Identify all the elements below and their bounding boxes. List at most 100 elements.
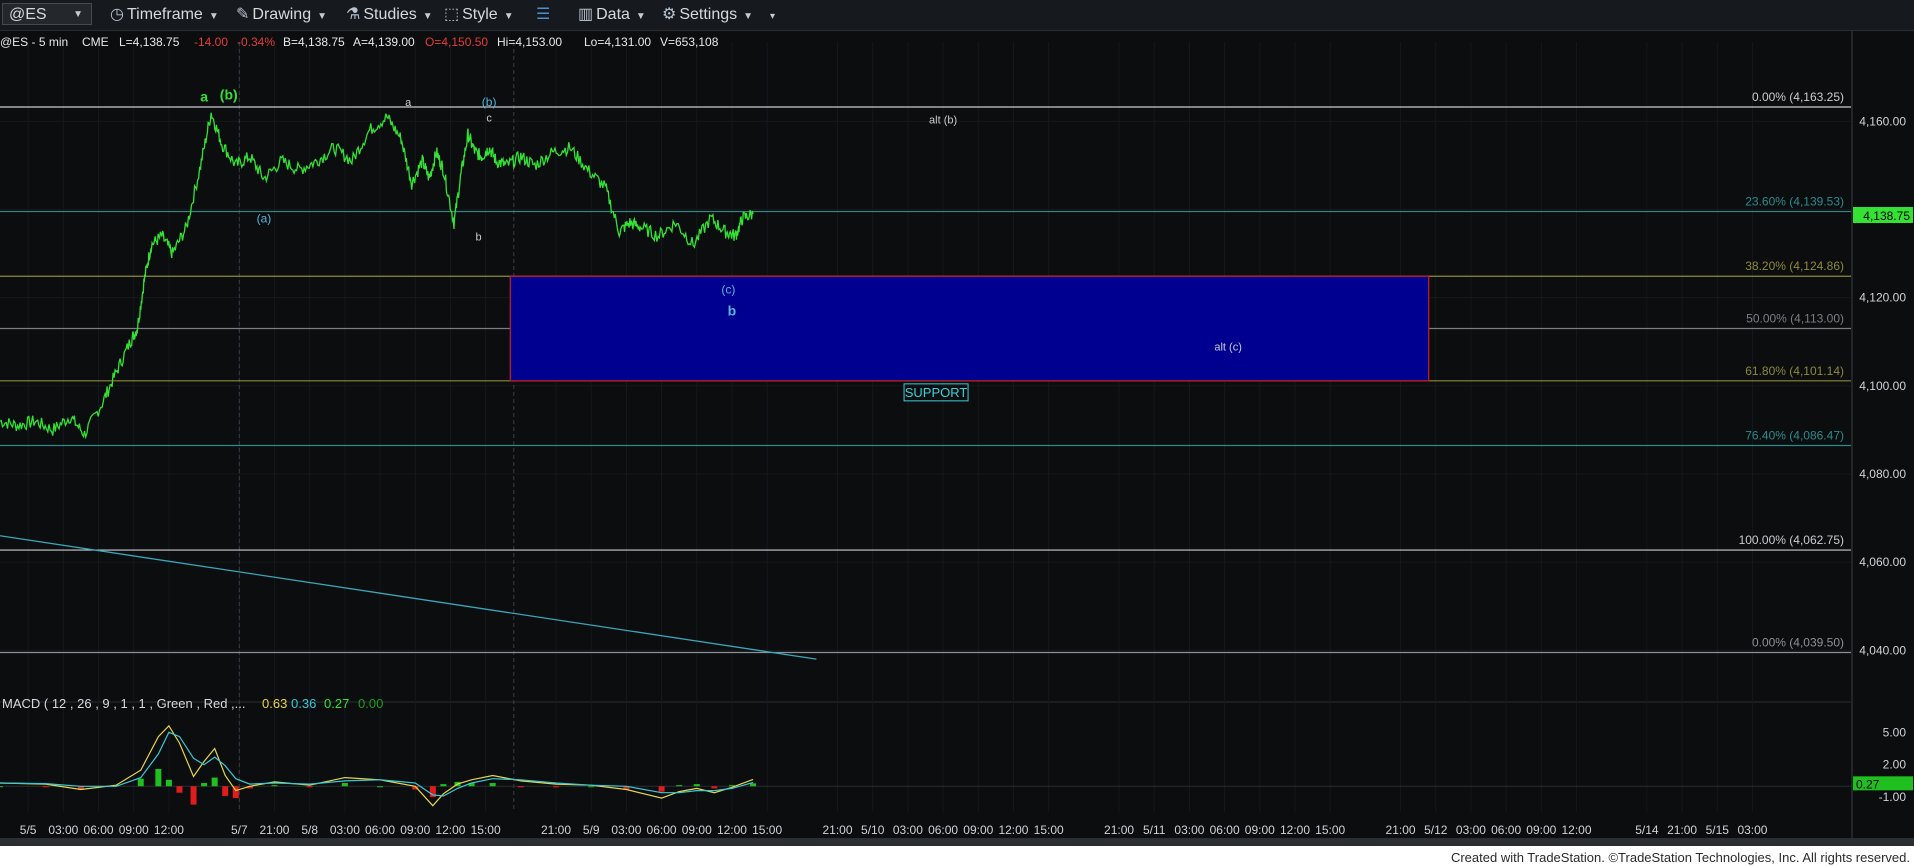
fib-level-label: 76.40% (4,086.47): [1745, 428, 1844, 442]
time-tick-label: 15:00: [1315, 823, 1345, 837]
macd-hist-bar: [377, 786, 384, 788]
copyright-footer: Created with TradeStation. ©TradeStation…: [1450, 850, 1910, 865]
macd-hist-bar: [750, 783, 757, 787]
time-tick-label: 21:00: [1386, 823, 1416, 837]
time-tick-label: 09:00: [400, 823, 430, 837]
macd-tick-label: 2.00: [1883, 758, 1907, 772]
symbol-header-field: A=4,139.00: [353, 35, 415, 49]
macd-value: 0.36: [291, 696, 316, 711]
macd-hist-bar: [517, 786, 524, 788]
time-tick-label: 5/7: [231, 823, 248, 837]
time-tick-label: 03:00: [611, 823, 641, 837]
time-tick-label: 03:00: [1174, 823, 1204, 837]
macd-hist-bar: [306, 786, 313, 788]
macd-hist-bar: [676, 785, 683, 787]
time-tick-label: 06:00: [365, 823, 395, 837]
macd-hist-bar: [0, 786, 3, 788]
macd-hist-bar: [222, 786, 229, 796]
macd-hist-bar: [271, 785, 278, 787]
time-tick-label: 5/14: [1635, 823, 1659, 837]
macd-hist-bar: [711, 786, 718, 789]
time-tick-label: 09:00: [1245, 823, 1275, 837]
scrollbar[interactable]: [0, 838, 1914, 846]
time-tick-label: 03:00: [48, 823, 78, 837]
macd-hist-bar: [440, 784, 447, 787]
macd-hist-bar: [588, 786, 595, 788]
chart-area[interactable]: 0.00% (4,163.25) 23.60% (4,139.53) 38.20% …: [0, 0, 1914, 846]
time-tick-label: 5/8: [301, 823, 318, 837]
macd-hist-bar: [155, 768, 162, 787]
time-tick-label: 06:00: [928, 823, 958, 837]
time-tick-label: 5/5: [20, 823, 37, 837]
symbol-header: @ES - 5 min CME L=4,138.75 -14.00 -0.34% B=4,…: [0, 35, 719, 49]
symbol-header-field: L=4,138.75: [119, 35, 180, 49]
time-tick-label: 03:00: [330, 823, 360, 837]
macd-hist-bar: [211, 777, 218, 787]
symbol-header-field: CME: [82, 35, 109, 49]
price-tick-label: 4,040.00: [1859, 643, 1906, 657]
fib-level-label: 61.80% (4,101.14): [1745, 364, 1844, 378]
time-tick-label: 03:00: [1456, 823, 1486, 837]
time-tick-label: 12:00: [1562, 823, 1592, 837]
time-tick-label: 21:00: [823, 823, 853, 837]
wave-label: (b): [482, 95, 497, 109]
time-tick-label: 06:00: [647, 823, 677, 837]
grid: [0, 31, 1914, 838]
symbol-header-field: O=4,150.50: [425, 35, 488, 49]
time-tick-label: 12:00: [717, 823, 747, 837]
plot-background: [0, 31, 1914, 838]
macd-hist-bar: [489, 783, 496, 787]
fib-level-label: 23.60% (4,139.53): [1745, 195, 1844, 209]
wave-label: a: [405, 97, 412, 109]
fib-level-label: 100.00% (4,062.75): [1739, 533, 1844, 547]
time-tick-label: 09:00: [1526, 823, 1556, 837]
time-tick-label: 06:00: [84, 823, 114, 837]
time-tick-label: 09:00: [119, 823, 149, 837]
macd-tick-label: 5.00: [1883, 725, 1907, 739]
time-tick-label: 5/12: [1424, 823, 1448, 837]
fib-level-label: 0.00% (4,163.25): [1752, 90, 1844, 104]
time-tick-label: 15:00: [1034, 823, 1064, 837]
fib-level-label: 0.00% (4,039.50): [1752, 636, 1844, 650]
time-axis: 5/5 03:00 06:00 09:00 12:00 5/7 21:00 5/8 03:00 0…: [20, 823, 1768, 837]
macd-value: 0.00: [358, 696, 383, 711]
macd-hist-bar: [190, 786, 197, 805]
symbol-header-field: V=653,108: [660, 35, 719, 49]
price-tick-label: 4,120.00: [1859, 291, 1906, 305]
support-zone-box: [509, 275, 1430, 382]
price-tick-label: 4,160.00: [1859, 114, 1906, 128]
wave-label: b: [728, 302, 737, 318]
macd-title: MACD ( 12 , 26 , 9 , 1 , 1 , Green , Red…: [2, 696, 246, 711]
macd-hist-bar: [165, 779, 172, 787]
time-tick-label: 5/15: [1706, 823, 1730, 837]
macd-hist-bar: [201, 783, 208, 787]
macd-hist-bar: [693, 784, 700, 787]
price-tick-label: 4,100.00: [1859, 379, 1906, 393]
time-tick-label: 21:00: [259, 823, 289, 837]
wave-label: alt (b): [929, 115, 957, 127]
wave-label: (b): [220, 86, 238, 102]
time-tick-label: 5/11: [1143, 823, 1166, 837]
macd-last-label: 0.27: [1856, 777, 1880, 791]
symbol-header-field: Hi=4,153.00: [497, 35, 562, 49]
time-tick-label: 09:00: [963, 823, 993, 837]
time-tick-label: 5/9: [583, 823, 600, 837]
time-tick-label: 21:00: [1667, 823, 1697, 837]
macd-hist-bar: [658, 786, 665, 792]
macd-value: 0.63: [262, 696, 287, 711]
wave-label: a: [200, 89, 208, 105]
symbol-header-field: -0.34%: [237, 35, 275, 49]
wave-label: alt (c): [1214, 342, 1242, 354]
time-tick-label: 03:00: [893, 823, 923, 837]
time-tick-label: 12:00: [154, 823, 184, 837]
time-tick-label: 12:00: [998, 823, 1028, 837]
time-tick-label: 03:00: [1737, 823, 1767, 837]
time-tick-label: 09:00: [682, 823, 712, 837]
price-tick-label: 4,080.00: [1859, 467, 1906, 481]
support-label: SUPPORT: [905, 385, 968, 400]
time-tick-label: 15:00: [752, 823, 782, 837]
symbol-header-field: B=4,138.75: [283, 35, 345, 49]
symbol-header-field: -14.00: [194, 35, 228, 49]
macd-hist-bar: [42, 786, 49, 788]
macd-hist-bar: [176, 786, 183, 793]
